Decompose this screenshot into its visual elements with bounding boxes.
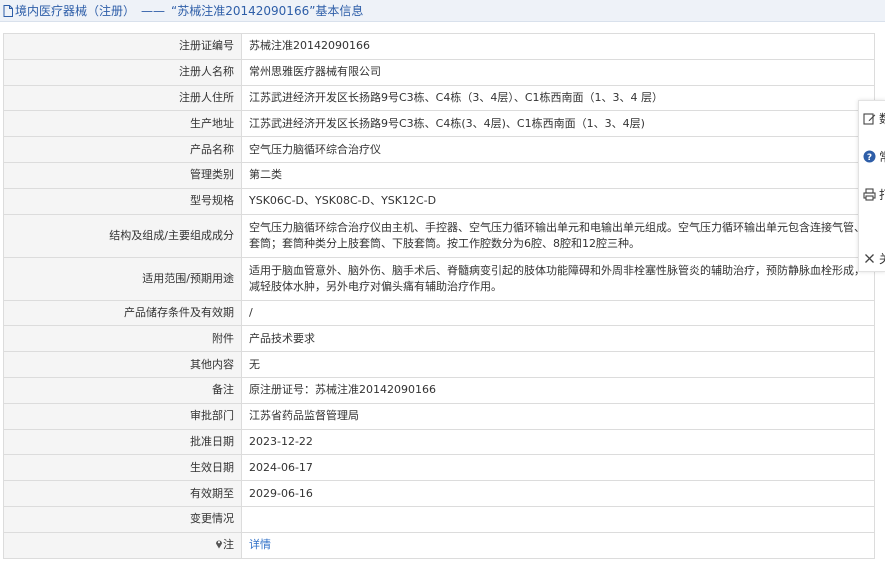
table-row: 注册人住所 江苏武进经济开发区长扬路9号C3栋、C4栋（3、4层）、C1栋西南面…	[3, 84, 875, 112]
table-row: 有效期至 2029-06-16	[3, 480, 875, 507]
table-row: 其他内容 无	[3, 351, 875, 378]
field-label: 附件	[3, 325, 242, 353]
note-label-cell: 注	[3, 531, 242, 559]
field-label: 备注	[3, 376, 242, 404]
field-label: 产品储存条件及有效期	[3, 299, 242, 327]
field-label: 结构及组成/主要组成成分	[3, 213, 242, 258]
field-label: 其他内容	[3, 351, 242, 378]
toolbar-item-label: 打	[879, 186, 885, 203]
toolbar-item-close[interactable]: 关	[863, 248, 885, 268]
help-icon: ?	[863, 150, 876, 163]
close-icon	[865, 253, 874, 263]
field-label: 注册人住所	[3, 84, 242, 112]
field-value: 常州思雅医疗器械有限公司	[241, 58, 875, 86]
table-row-note: 注 详情	[3, 531, 875, 559]
table-row: 产品名称 空气压力脑循环综合治疗仪	[3, 136, 875, 163]
toolbar-item-help[interactable]: ? 常	[863, 146, 885, 166]
table-row: 适用范围/预期用途 适用于脑血管意外、脑外伤、脑手术后、脊髓病变引起的肢体功能障…	[3, 256, 875, 301]
table-row: 批准日期 2023-12-22	[3, 428, 875, 456]
table-row: 生产地址 江苏武进经济开发区长扬路9号C3栋、C4栋(3、4层)、C1栋西南面（…	[3, 110, 875, 138]
table-row: 注册证编号 苏械注准20142090166	[3, 33, 875, 60]
field-value: 2023-12-22	[241, 428, 875, 456]
field-label: 型号规格	[3, 187, 242, 215]
table-row: 附件 产品技术要求	[3, 325, 875, 353]
document-icon	[3, 4, 13, 17]
header-category: 境内医疗器械（注册）	[15, 4, 136, 18]
field-value: 江苏省药品监督管理局	[241, 402, 875, 430]
basic-info-table: 注册证编号 苏械注准20142090166 注册人名称 常州思雅医疗器械有限公司…	[3, 33, 875, 559]
field-value: 空气压力脑循环综合治疗仪	[241, 136, 875, 163]
field-label: 生产地址	[3, 110, 242, 138]
field-value: 适用于脑血管意外、脑外伤、脑手术后、脊髓病变引起的肢体功能障碍和外周非栓塞性脉管…	[241, 256, 875, 301]
floating-toolbar: 数 ? 常 打 关	[858, 100, 885, 272]
toolbar-item-data[interactable]: 数	[863, 108, 885, 128]
field-value: 第二类	[241, 161, 875, 189]
field-value: 苏械注准20142090166	[241, 33, 875, 60]
table-row: 结构及组成/主要组成成分 空气压力脑循环综合治疗仪由主机、手控器、空气压力循环输…	[3, 213, 875, 258]
table-row: 生效日期 2024-06-17	[3, 454, 875, 482]
svg-text:?: ?	[867, 153, 872, 163]
field-label: 管理类别	[3, 161, 242, 189]
toolbar-item-print[interactable]: 打	[863, 184, 885, 204]
field-label: 变更情况	[3, 505, 242, 533]
field-value: 原注册证号：苏械注准20142090166	[241, 376, 875, 404]
field-value: 江苏武进经济开发区长扬路9号C3栋、C4栋（3、4层）、C1栋西南面（1、3、4…	[241, 84, 875, 112]
field-value: /	[241, 299, 875, 327]
field-value: 江苏武进经济开发区长扬路9号C3栋、C4栋(3、4层)、C1栋西南面（1、3、4…	[241, 110, 875, 138]
field-value: 产品技术要求	[241, 325, 875, 353]
table-row: 型号规格 YSK06C-D、YSK08C-D、YSK12C-D	[3, 187, 875, 215]
table-row: 变更情况	[3, 505, 875, 533]
field-label: 有效期至	[3, 480, 242, 507]
table-row: 备注 原注册证号：苏械注准20142090166	[3, 376, 875, 404]
table-row: 注册人名称 常州思雅医疗器械有限公司	[3, 58, 875, 86]
table-row: 产品储存条件及有效期 /	[3, 299, 875, 327]
field-value: 无	[241, 351, 875, 378]
field-value: 空气压力脑循环综合治疗仪由主机、手控器、空气压力循环输出单元和电输出单元组成。空…	[241, 213, 875, 258]
print-icon	[863, 187, 876, 201]
table-row: 审批部门 江苏省药品监督管理局	[3, 402, 875, 430]
field-value	[241, 505, 875, 533]
field-label: 注册人名称	[3, 58, 242, 86]
note-label: 注	[223, 538, 234, 552]
field-label: 适用范围/预期用途	[3, 256, 242, 301]
field-label: 批准日期	[3, 428, 242, 456]
field-value: 2024-06-17	[241, 454, 875, 482]
header-record-title: “苏械注准20142090166”基本信息	[171, 4, 364, 18]
table-row: 管理类别 第二类	[3, 161, 875, 189]
note-value-cell: 详情	[241, 531, 875, 559]
details-link[interactable]: 详情	[249, 538, 271, 551]
toolbar-item-label: 关	[879, 250, 885, 267]
field-value: 2029-06-16	[241, 480, 875, 507]
page-header: 境内医疗器械（注册） —— “苏械注准20142090166”基本信息	[0, 0, 885, 22]
edit-icon	[863, 112, 876, 125]
toolbar-item-label: 常	[879, 148, 885, 165]
field-label: 生效日期	[3, 454, 242, 482]
field-label: 注册证编号	[3, 33, 242, 60]
field-label: 审批部门	[3, 402, 242, 430]
pin-icon	[216, 540, 222, 549]
header-separator: ——	[141, 3, 166, 18]
field-label: 产品名称	[3, 136, 242, 163]
field-value: YSK06C-D、YSK08C-D、YSK12C-D	[241, 187, 875, 215]
toolbar-item-label: 数	[879, 110, 885, 127]
